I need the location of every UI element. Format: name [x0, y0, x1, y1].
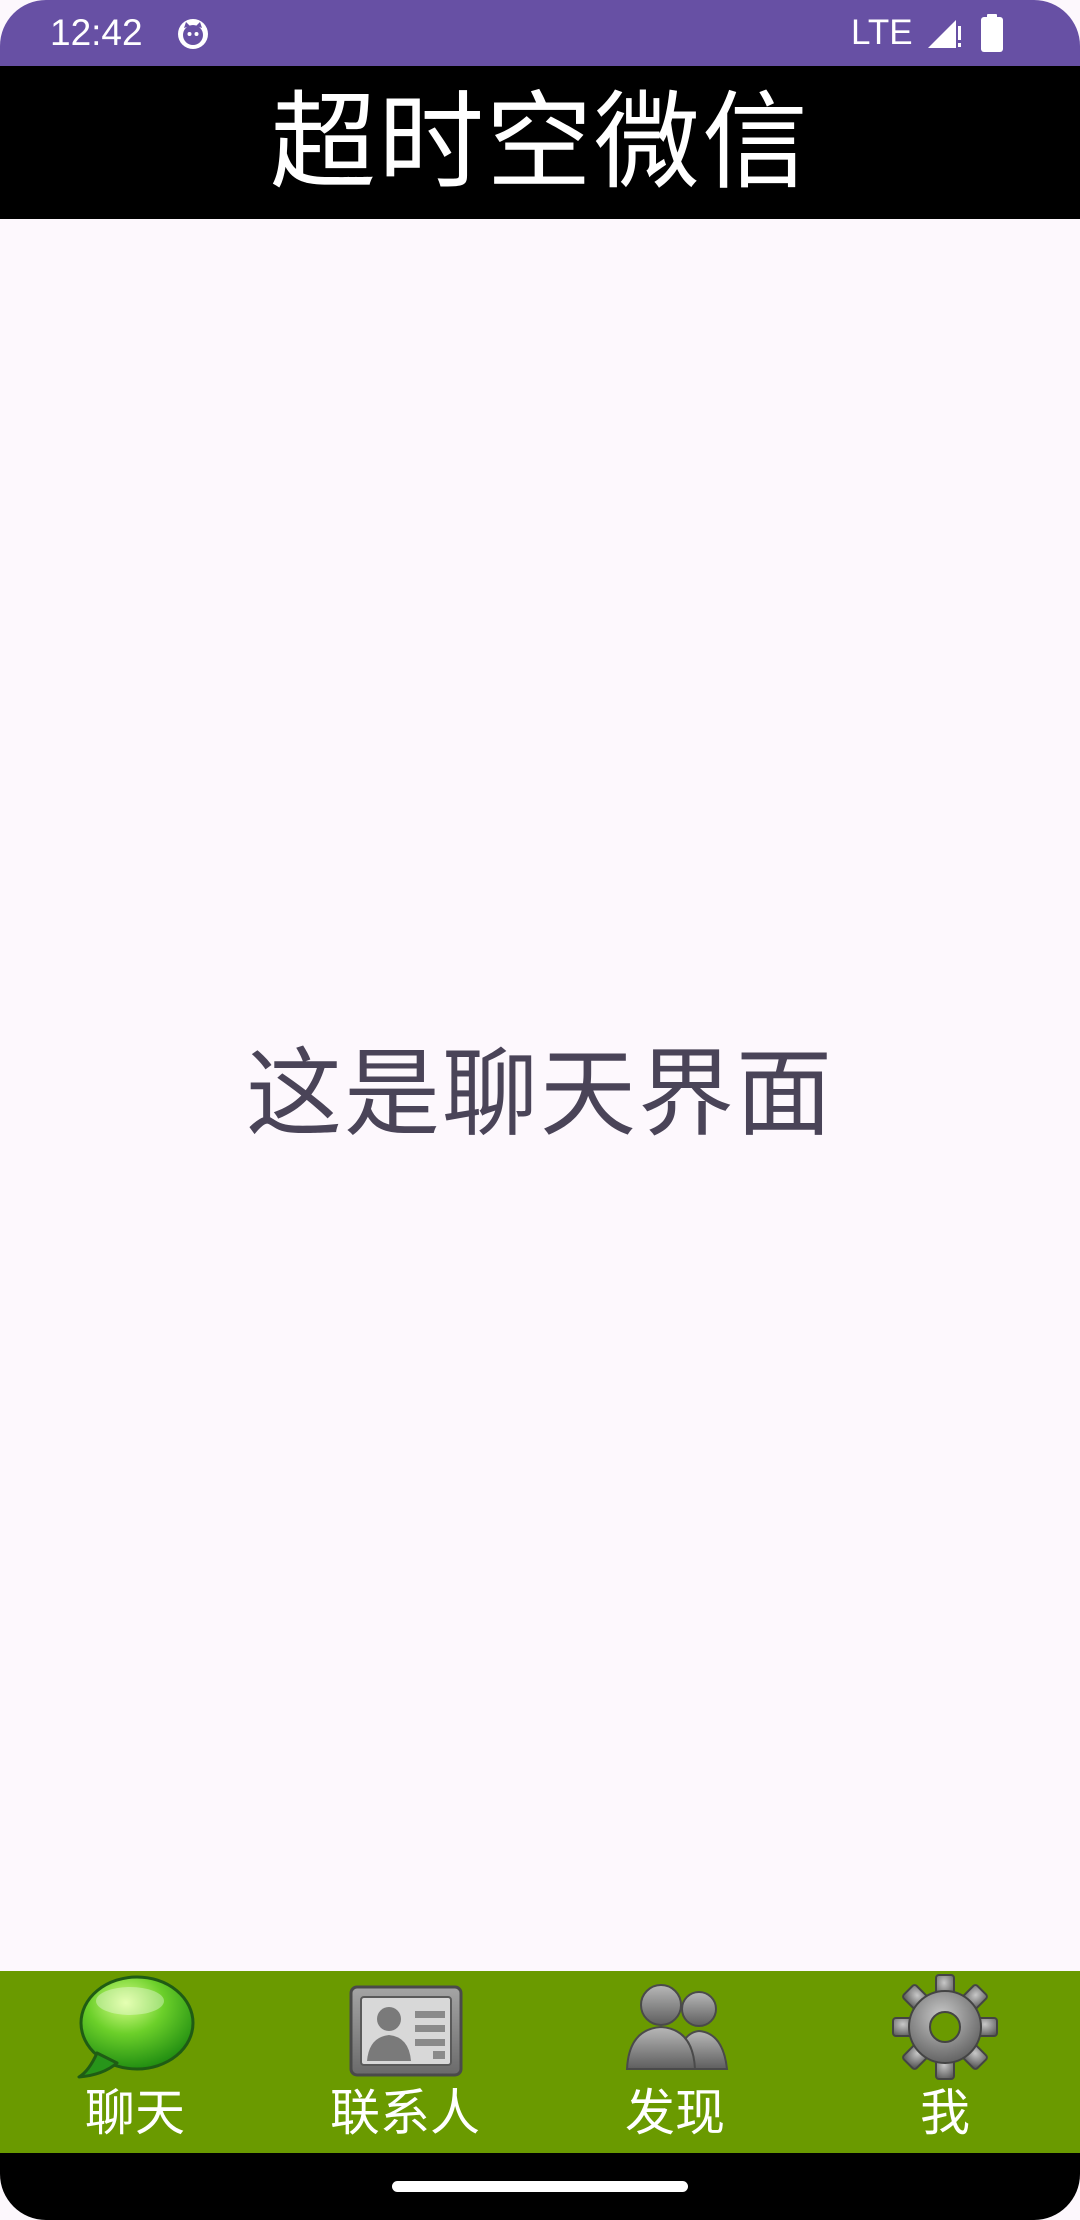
bottom-navigation: 聊天 联系人 发现 我 — [0, 1971, 1080, 2153]
app-title-bar: 超时空微信 — [0, 66, 1080, 219]
nav-label-discover: 发现 — [625, 2084, 725, 2142]
status-bar: 12:42 LTE — [0, 0, 1080, 66]
page-message: 这是聊天界面 — [246, 1038, 834, 1150]
app-title: 超时空微信 — [270, 81, 810, 204]
people-icon — [625, 1984, 729, 2070]
nav-item-me[interactable]: 我 — [810, 1971, 1080, 2153]
nav-label-me: 我 — [920, 2084, 970, 2142]
chat-page-content: 这是聊天界面 — [0, 219, 1080, 1971]
nav-item-contacts[interactable]: 联系人 — [270, 1971, 540, 2153]
nav-item-chat[interactable]: 聊天 — [0, 1971, 270, 2153]
gear-icon — [892, 1974, 998, 2080]
contact-card-icon — [349, 1985, 463, 2077]
nav-label-contacts: 联系人 — [330, 2084, 480, 2142]
gesture-navigation-bar — [0, 2153, 1080, 2220]
chat-bubble-icon — [77, 1975, 195, 2079]
network-type: LTE — [851, 13, 913, 52]
android-cat-icon — [178, 19, 208, 49]
status-time: 12:42 — [50, 12, 143, 53]
home-gesture-handle[interactable] — [392, 2181, 688, 2192]
nav-label-chat: 聊天 — [85, 2084, 185, 2142]
signal-icon — [928, 20, 961, 48]
nav-item-discover[interactable]: 发现 — [540, 1971, 810, 2153]
battery-icon — [981, 14, 1003, 52]
